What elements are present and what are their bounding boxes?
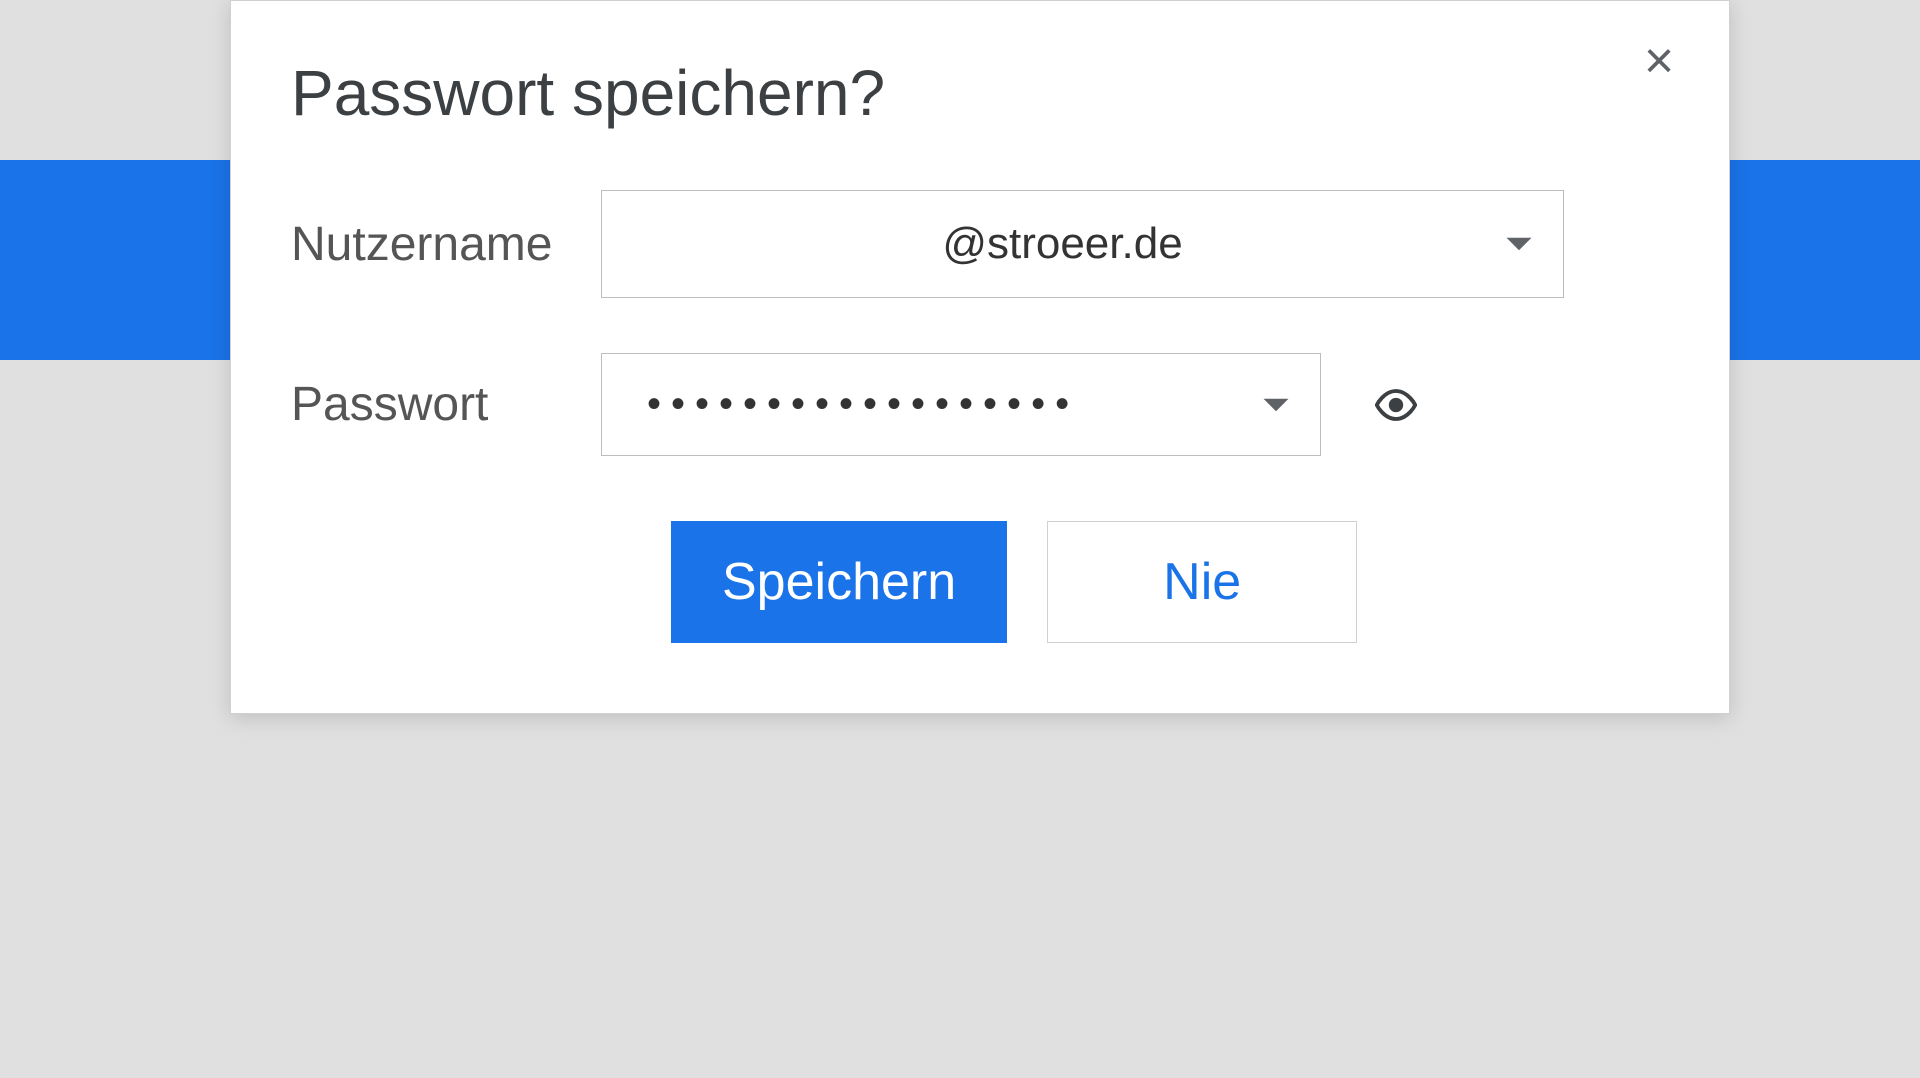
show-password-button[interactable] — [1366, 384, 1426, 426]
eye-icon — [1375, 384, 1417, 426]
password-row: Passwort — [291, 353, 1669, 456]
chevron-down-icon[interactable] — [1261, 396, 1291, 414]
password-input-wrapper — [601, 353, 1321, 456]
save-button[interactable]: Speichern — [671, 521, 1007, 643]
dialog-title: Passwort speichern? — [291, 56, 1669, 130]
dialog-actions: Speichern Nie — [291, 521, 1669, 643]
close-button[interactable]: × — [1629, 31, 1689, 91]
chevron-down-icon[interactable] — [1504, 235, 1534, 253]
password-input[interactable] — [601, 353, 1321, 456]
password-label: Passwort — [291, 377, 571, 432]
username-input[interactable] — [601, 190, 1564, 298]
close-icon: × — [1644, 31, 1674, 91]
save-password-dialog: × Passwort speichern? Nutzername Passwor… — [230, 0, 1730, 714]
username-label: Nutzername — [291, 217, 571, 272]
username-input-wrapper — [601, 190, 1564, 298]
never-button[interactable]: Nie — [1047, 521, 1357, 643]
username-row: Nutzername — [291, 190, 1669, 298]
